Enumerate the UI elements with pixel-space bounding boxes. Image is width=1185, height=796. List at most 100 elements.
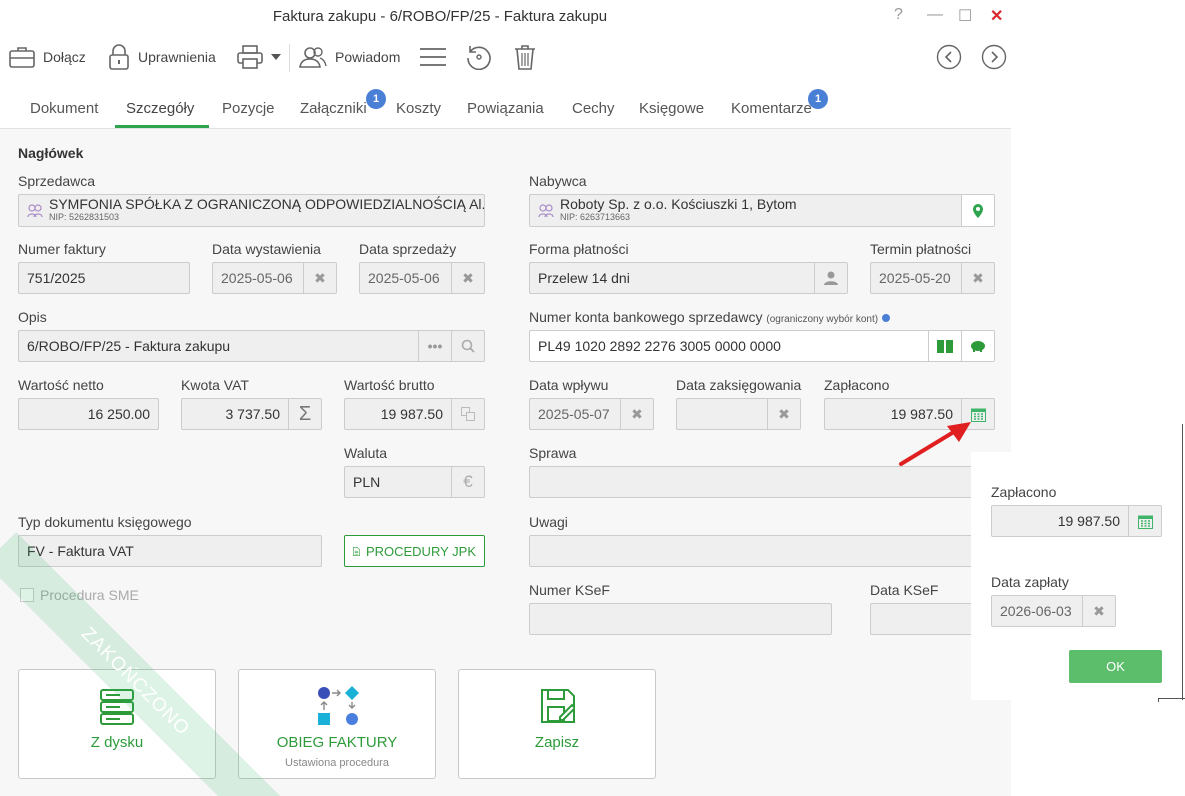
caret-down-icon[interactable] <box>271 54 281 60</box>
tab-pozycje[interactable]: Pozycje <box>222 100 275 117</box>
bank-account-field[interactable]: PL49 1020 2892 2276 3005 0000 0000 <box>529 330 995 362</box>
euro-icon[interactable]: € <box>451 467 484 497</box>
net-field[interactable]: 16 250.00 <box>18 398 159 430</box>
search-icon[interactable] <box>451 331 484 361</box>
sme-checkbox[interactable] <box>20 588 34 602</box>
more-options-icon[interactable]: ••• <box>418 331 451 361</box>
vat-field[interactable]: 3 737.50 Σ <box>181 398 322 430</box>
clear-receipt-date-icon[interactable]: ✖ <box>620 399 653 429</box>
tab-bar: Dokument Szczegóły Pozycje Załączniki 1 … <box>0 80 1011 129</box>
attach-button[interactable]: Dołącz <box>9 42 86 72</box>
ok-button[interactable]: OK <box>1069 650 1162 683</box>
tab-koszty[interactable]: Koszty <box>396 100 441 117</box>
buyer-nip: NIP: 6263713663 <box>560 212 631 222</box>
maximize-icon[interactable]: ☐ <box>958 6 972 26</box>
doc-type-label: Typ dokumentu księgowego <box>18 514 192 530</box>
vat-label: Kwota VAT <box>181 377 249 393</box>
case-label: Sprawa <box>529 445 577 461</box>
payment-form-select-button[interactable] <box>814 263 847 293</box>
calendar-icon[interactable] <box>1128 506 1161 536</box>
doc-type-field[interactable]: FV - Faktura VAT <box>18 535 322 567</box>
clear-pay-date-icon[interactable]: ✖ <box>1082 596 1115 626</box>
case-field[interactable] <box>529 466 995 498</box>
clear-issue-date-icon[interactable]: ✖ <box>303 263 336 293</box>
toolbar: Dołącz Uprawnienia Powiadom <box>0 34 1011 80</box>
gross-field[interactable]: 19 987.50 <box>344 398 485 430</box>
notify-label: Powiadom <box>335 49 401 65</box>
posting-date-field[interactable]: ✖ <box>676 398 801 430</box>
close-icon[interactable]: ✕ <box>990 6 1003 26</box>
next-button[interactable] <box>981 42 1007 72</box>
menu-button[interactable] <box>419 42 447 72</box>
permissions-button[interactable]: Uprawnienia <box>108 42 216 72</box>
invoice-workflow-button[interactable]: OBIEG FAKTURY Ustawiona procedura <box>238 669 436 779</box>
tab-ksiegowe[interactable]: Księgowe <box>639 100 704 117</box>
popup-paid-value: 19 987.50 <box>1057 513 1120 529</box>
bank-account-note: (ograniczony wybór kont) <box>766 314 879 325</box>
sme-label: Procedura SME <box>40 587 139 603</box>
popup-pay-date-field[interactable]: 2026-06-03 ✖ <box>991 595 1116 627</box>
document-icon <box>353 546 360 556</box>
print-button[interactable] <box>237 42 281 72</box>
description-field[interactable]: 6/ROBO/FP/25 - Faktura zakupu ••• <box>18 330 485 362</box>
tab-zalaczniki[interactable]: Załączniki <box>300 100 367 117</box>
server-drive-icon <box>100 689 134 725</box>
currency-value: PLN <box>353 474 381 490</box>
currency-field[interactable]: PLN € <box>344 466 485 498</box>
receipt-date-value: 2025-05-07 <box>538 406 610 422</box>
bank-accounts-button[interactable] <box>928 331 961 361</box>
payment-term-field[interactable]: 2025-05-20 ✖ <box>870 262 995 294</box>
payment-form-field[interactable]: Przelew 14 dni <box>529 262 848 294</box>
remarks-field[interactable] <box>529 535 995 567</box>
tab-dokument[interactable]: Dokument <box>30 100 98 117</box>
buyer-field[interactable]: Roboty Sp. z o.o. Kościuszki 1, Bytom NI… <box>529 194 995 227</box>
piggy-bank-button[interactable] <box>961 331 994 361</box>
previous-button[interactable] <box>936 42 962 72</box>
from-disk-button[interactable]: Z dysku <box>18 669 216 779</box>
section-title: Nagłówek <box>18 145 84 161</box>
save-button[interactable]: Zapisz <box>458 669 656 779</box>
clear-payment-term-icon[interactable]: ✖ <box>961 263 994 293</box>
contractor-icon <box>538 204 554 218</box>
remarks-label: Uwagi <box>529 514 568 530</box>
ksef-number-field[interactable] <box>529 603 832 635</box>
tab-komentarze[interactable]: Komentarze <box>731 100 812 117</box>
currency-exchange-icon[interactable] <box>451 399 484 429</box>
sigma-icon[interactable]: Σ <box>288 399 321 429</box>
help-icon[interactable]: ? <box>894 6 903 24</box>
gross-value: 19 987.50 <box>380 406 443 422</box>
issue-date-value: 2025-05-06 <box>221 270 293 286</box>
jpk-procedures-label: PROCEDURY JPK <box>365 543 476 559</box>
history-icon <box>467 46 491 70</box>
paid-label: Zapłacono <box>824 377 890 393</box>
minimize-icon[interactable]: — <box>927 6 943 24</box>
piggy-bank-icon <box>971 341 985 352</box>
receipt-date-label: Data wpływu <box>529 377 609 393</box>
delete-button[interactable] <box>514 42 536 72</box>
save-icon <box>541 689 575 723</box>
sale-date-field[interactable]: 2025-05-06 ✖ <box>359 262 485 294</box>
notify-button[interactable]: Powiadom <box>299 42 400 72</box>
jpk-procedures-button[interactable]: PROCEDURY JPK <box>344 535 485 567</box>
chevron-right-icon <box>981 44 1007 70</box>
tab-szczegoly[interactable]: Szczegóły <box>126 100 194 117</box>
history-button[interactable] <box>466 42 492 72</box>
invoice-number-field[interactable]: 751/2025 <box>18 262 190 294</box>
chevron-left-icon <box>936 44 962 70</box>
payment-form-label: Forma płatności <box>529 241 629 257</box>
currency-label: Waluta <box>344 445 388 461</box>
tab-powiazania[interactable]: Powiązania <box>467 100 544 117</box>
issue-date-field[interactable]: 2025-05-06 ✖ <box>212 262 337 294</box>
ksef-number-label: Numer KSeF <box>529 582 610 598</box>
seller-field[interactable]: SYMFONIA SPÓŁKA Z OGRANICZONĄ ODPOWIEDZI… <box>18 194 485 227</box>
permissions-label: Uprawnienia <box>138 49 216 65</box>
clear-sale-date-icon[interactable]: ✖ <box>451 263 484 293</box>
tab-cechy[interactable]: Cechy <box>572 100 615 117</box>
buyer-location-button[interactable] <box>961 195 994 226</box>
payment-term-label: Termin płatności <box>870 241 972 257</box>
info-icon[interactable] <box>881 314 890 323</box>
sale-date-label: Data sprzedaży <box>359 241 457 257</box>
receipt-date-field[interactable]: 2025-05-07 ✖ <box>529 398 654 430</box>
popup-paid-field[interactable]: 19 987.50 <box>991 505 1162 537</box>
clear-posting-date-icon[interactable]: ✖ <box>767 399 800 429</box>
